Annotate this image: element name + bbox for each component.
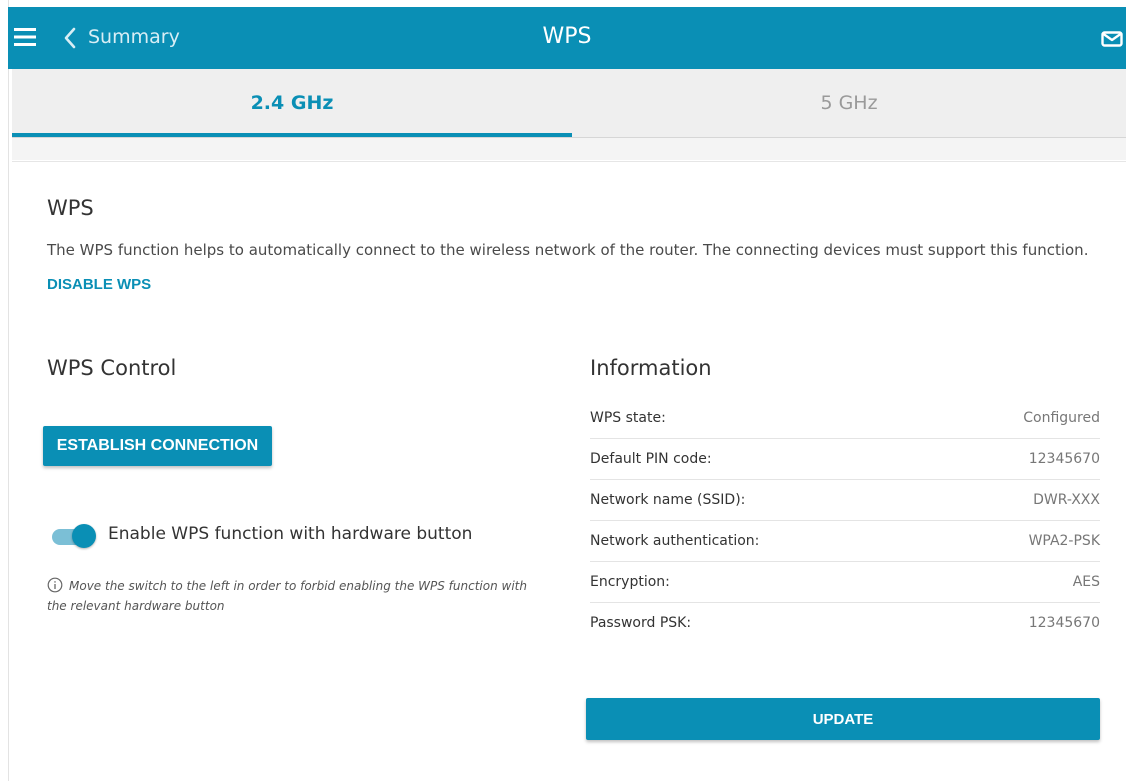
info-row-value: Configured [1023,410,1100,426]
info-row-label: Encryption: [590,574,670,590]
wps-section-title: WPS [47,196,94,220]
info-row: Network authentication: WPA2-PSK [590,521,1100,562]
info-row-label: Network authentication: [590,533,760,549]
tab-2-4-ghz[interactable]: 2.4 GHz [12,69,572,137]
hardware-button-hint: Move the switch to the left in order to … [47,579,527,613]
page-title: WPS [542,24,592,49]
disable-wps-button[interactable]: DISABLE WPS [47,276,151,293]
app-frame: Summary WPS 2.4 GHz 5 GHz WPS The WPS fu… [0,0,1126,781]
info-row-label: Network name (SSID): [590,492,746,508]
info-row: Network name (SSID): DWR-XXX [590,480,1100,521]
header-bar: Summary WPS [8,7,1126,69]
update-button[interactable]: UPDATE [586,698,1100,740]
info-row-label: Password PSK: [590,615,692,631]
information-table: WPS state: Configured Default PIN code: … [590,398,1100,643]
toggle-knob [72,524,96,548]
envelope-icon[interactable] [1101,31,1123,47]
wps-description: The WPS function helps to automatically … [47,241,1089,259]
info-row: Default PIN code: 12345670 [590,439,1100,480]
wps-control-title: WPS Control [47,356,177,380]
active-tab-indicator [12,133,572,137]
info-row-label: WPS state: [590,410,666,426]
info-row: Encryption: AES [590,562,1100,603]
hardware-button-toggle-label: Enable WPS function with hardware button [108,524,473,544]
outer-top-edge [0,0,1126,7]
info-row-value: 12345670 [1028,615,1100,631]
info-row-value: 12345670 [1028,451,1100,467]
info-row-label: Default PIN code: [590,451,712,467]
info-row-value: WPA2-PSK [1028,533,1100,549]
info-row-value: AES [1072,574,1100,590]
wps-card: WPS The WPS function helps to automatica… [12,161,1126,781]
info-row: WPS state: Configured [590,398,1100,439]
establish-connection-button[interactable]: ESTABLISH CONNECTION [43,426,272,466]
band-tabs: 2.4 GHz 5 GHz [12,69,1126,138]
info-row: Password PSK: 12345670 [590,603,1100,643]
info-row-value: DWR-XXX [1033,492,1100,508]
outer-left-edge [0,0,9,781]
content-gap [12,138,1126,160]
information-title: Information [590,356,712,380]
hardware-button-toggle[interactable] [52,524,96,548]
tab-5-ghz[interactable]: 5 GHz [572,69,1126,137]
